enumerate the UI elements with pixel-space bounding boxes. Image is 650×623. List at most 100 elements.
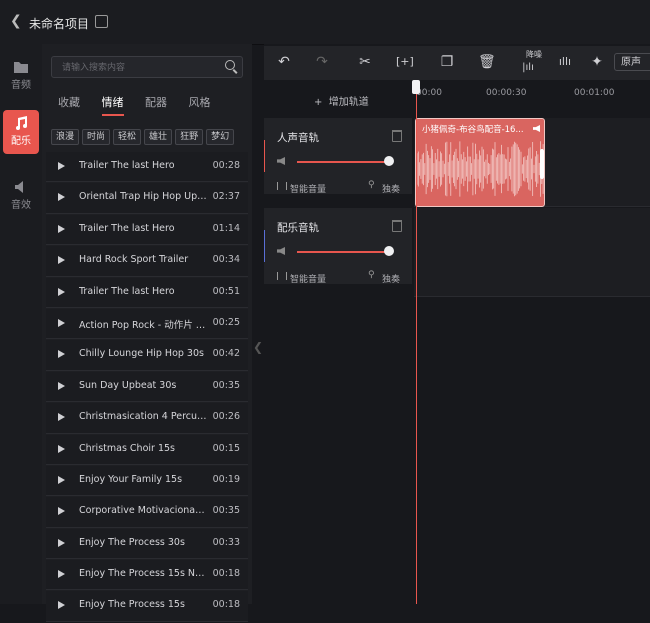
voice-dropdown[interactable]: 原声 bbox=[614, 53, 650, 71]
track-list-item[interactable]: Enjoy The Process 30s 00:33 bbox=[46, 528, 248, 560]
play-icon[interactable] bbox=[58, 287, 65, 296]
delete-track-icon[interactable] bbox=[392, 130, 402, 142]
tag-fashion[interactable]: 时尚 bbox=[82, 129, 111, 145]
track-list-item[interactable]: Hard Rock Sport Trailer 00:34 bbox=[46, 246, 248, 277]
track-list: Trailer The last Hero 00:28 Oriental Trap … bbox=[46, 152, 248, 623]
rail-item-music[interactable]: 配乐 bbox=[3, 110, 39, 154]
music-note-icon bbox=[16, 116, 27, 130]
track-duration: 00:19 bbox=[212, 473, 240, 485]
rail-item-label: 音频 bbox=[11, 80, 31, 91]
search-input[interactable] bbox=[60, 60, 214, 76]
play-icon[interactable] bbox=[58, 475, 65, 484]
track-list-item[interactable]: Chilly Lounge Hip Hop 30s 00:42 bbox=[46, 340, 248, 371]
search-box[interactable] bbox=[51, 56, 243, 78]
play-icon[interactable] bbox=[58, 570, 65, 579]
play-icon[interactable] bbox=[58, 318, 65, 327]
pin-icon[interactable]: ✦ bbox=[589, 54, 605, 70]
category-tabs: 收藏 情绪 配器 风格 bbox=[58, 94, 229, 116]
play-icon[interactable] bbox=[58, 350, 65, 359]
smart-volume-button[interactable]: 智能音量 bbox=[290, 182, 326, 195]
play-icon[interactable] bbox=[58, 162, 65, 170]
audio-clip[interactable]: 小猪佩奇-布谷鸟配音-16... bbox=[415, 118, 545, 207]
ruler-tick: 00:00:30 bbox=[486, 88, 527, 98]
play-icon[interactable] bbox=[58, 413, 65, 422]
track-duration: 01:14 bbox=[212, 222, 240, 234]
rail-item-sfx[interactable]: 音效 bbox=[3, 174, 39, 218]
play-icon[interactable] bbox=[58, 444, 65, 453]
waveform-icon[interactable]: ıllı bbox=[557, 54, 573, 70]
solo-button[interactable]: 独奏 bbox=[382, 272, 400, 285]
clip-trim-handle[interactable] bbox=[540, 149, 544, 179]
noise-reduce-icon[interactable]: |ılı bbox=[520, 60, 536, 76]
tag-dreamy[interactable]: 梦幻 bbox=[206, 129, 235, 145]
smart-volume-button[interactable]: 智能音量 bbox=[290, 272, 326, 285]
track-list-item[interactable]: Enjoy The Process 15s 00:18 bbox=[46, 591, 248, 622]
track-duration: 00:18 bbox=[212, 568, 240, 580]
tab-style[interactable]: 风格 bbox=[189, 94, 211, 114]
track-name: Trailer The last Hero bbox=[79, 222, 175, 234]
tag-wild[interactable]: 狂野 bbox=[175, 129, 204, 145]
play-icon[interactable] bbox=[58, 193, 65, 202]
play-icon[interactable] bbox=[58, 381, 65, 390]
play-icon[interactable] bbox=[58, 601, 65, 610]
time-ruler[interactable]: 00:00 00:00:30 00:01:00 bbox=[414, 80, 650, 104]
clip-volume-icon[interactable] bbox=[533, 125, 540, 132]
ruler-tick: 00:01:00 bbox=[574, 88, 615, 98]
play-icon[interactable] bbox=[58, 224, 65, 233]
track-list-item[interactable]: Corporative Motivacional 3... 00:35 bbox=[46, 497, 248, 528]
track-list-item[interactable]: Trailer The last Hero 00:51 bbox=[46, 277, 248, 308]
volume-slider[interactable] bbox=[297, 251, 389, 253]
split-insert-icon[interactable]: [+] bbox=[396, 54, 414, 70]
play-icon[interactable] bbox=[58, 256, 65, 265]
clip-waveform bbox=[416, 141, 544, 197]
tag-relaxed[interactable]: 轻松 bbox=[113, 129, 142, 145]
track-name: Action Pop Rock - 动作片 l... bbox=[79, 319, 207, 331]
tag-romantic[interactable]: 浪漫 bbox=[51, 129, 80, 145]
track-duration: 00:25 bbox=[212, 316, 240, 328]
track-list-item[interactable]: Christmas Choir 15s 00:15 bbox=[46, 434, 248, 465]
add-track-button[interactable]: + 增加轨道 bbox=[314, 93, 369, 108]
track-duration: 00:15 bbox=[212, 442, 240, 454]
track-lane-music[interactable] bbox=[414, 208, 650, 297]
add-track-label: 增加轨道 bbox=[328, 97, 369, 108]
project-title: 未命名项目 bbox=[29, 17, 90, 31]
solo-button[interactable]: 独奏 bbox=[382, 182, 400, 195]
track-list-item[interactable]: Sun Day Upbeat 30s 00:35 bbox=[46, 371, 248, 403]
smart-volume-icon bbox=[277, 272, 287, 280]
copy-icon[interactable]: ❐ bbox=[439, 54, 455, 70]
panel-collapse-chevron-icon[interactable]: ❮ bbox=[253, 340, 263, 364]
search-icon[interactable] bbox=[225, 60, 235, 70]
rail-item-audio[interactable]: 音频 bbox=[3, 54, 39, 98]
track-list-item[interactable]: Oriental Trap Hip Hop Upb... 02:37 bbox=[46, 183, 248, 214]
volume-slider-knob[interactable] bbox=[384, 156, 394, 166]
volume-slider[interactable] bbox=[297, 161, 389, 163]
track-list-item[interactable]: Christmasication 4 Percussi... 00:26 bbox=[46, 403, 248, 434]
smart-volume-icon bbox=[277, 182, 287, 190]
tab-favorites[interactable]: 收藏 bbox=[58, 94, 80, 114]
scissors-icon[interactable]: ✂ bbox=[357, 54, 373, 70]
volume-slider-knob[interactable] bbox=[384, 246, 394, 256]
left-rail: 音频 配乐 音效 bbox=[0, 44, 42, 604]
track-duration: 00:28 bbox=[212, 160, 240, 171]
track-name: Enjoy Your Family 15s bbox=[79, 473, 183, 485]
track-list-item[interactable]: Trailer The last Hero 01:14 bbox=[46, 214, 248, 246]
edit-title-icon[interactable] bbox=[95, 15, 108, 28]
trash-icon[interactable]: 🗑 bbox=[478, 54, 496, 70]
track-list-item[interactable]: Enjoy The Process 15s No ... 00:18 bbox=[46, 560, 248, 591]
delete-track-icon[interactable] bbox=[392, 220, 402, 232]
tab-instruments[interactable]: 配器 bbox=[145, 94, 167, 114]
track-list-item[interactable]: Trailer The last Hero 00:28 bbox=[46, 152, 248, 183]
tab-mood[interactable]: 情绪 bbox=[101, 94, 124, 116]
undo-icon[interactable]: ↶ bbox=[276, 54, 292, 70]
redo-icon[interactable]: ↷ bbox=[314, 54, 330, 70]
track-name: Christmas Choir 15s bbox=[79, 442, 175, 454]
track-edge-marker bbox=[264, 230, 265, 262]
track-list-item[interactable]: Action Pop Rock - 动作片 l... 00:25 bbox=[46, 308, 248, 340]
play-icon[interactable] bbox=[58, 538, 65, 547]
track-duration: 00:26 bbox=[212, 411, 240, 423]
back-chevron-icon[interactable]: ❮ bbox=[10, 14, 24, 28]
tag-majestic[interactable]: 雄壮 bbox=[144, 129, 173, 145]
track-list-item[interactable]: Enjoy Your Family 15s 00:19 bbox=[46, 465, 248, 497]
play-icon[interactable] bbox=[58, 507, 65, 516]
playhead-handle[interactable] bbox=[412, 80, 420, 94]
